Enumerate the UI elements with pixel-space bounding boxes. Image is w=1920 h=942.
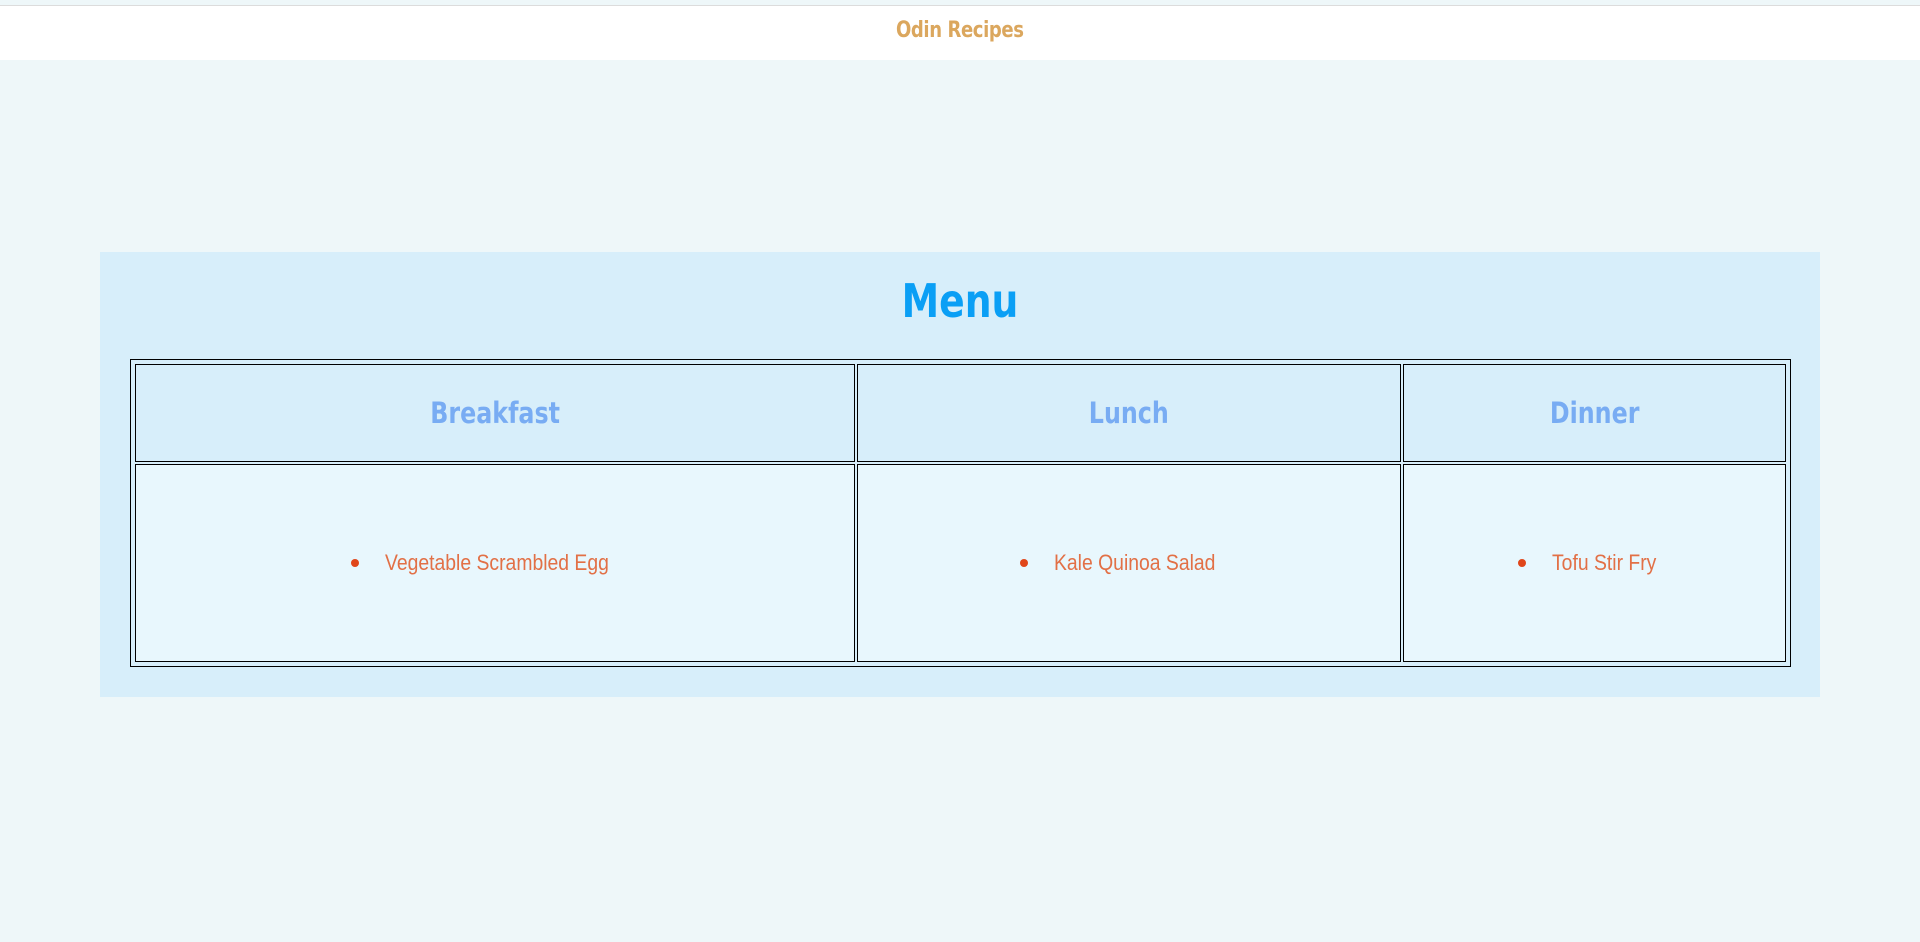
breakfast-list: Vegetable Scrambled Egg (350, 550, 639, 576)
breakfast-cell: Vegetable Scrambled Egg (135, 464, 855, 662)
menu-title: Menu (901, 274, 1019, 328)
breakfast-item-label: Vegetable Scrambled Egg (384, 550, 609, 575)
lunch-heading: Lunch (1088, 396, 1169, 430)
lunch-column-header: Lunch (856, 364, 1401, 462)
dinner-item-label: Tofu Stir Fry (1552, 550, 1657, 575)
menu-panel: Menu Breakfast Lunch Dinner Vegetable Sc… (100, 252, 1820, 697)
breakfast-column-header: Breakfast (135, 364, 855, 462)
lunch-list: Kale Quinoa Salad (1020, 550, 1237, 576)
dinner-list: Tofu Stir Fry (1518, 550, 1671, 576)
breakfast-heading: Breakfast (430, 396, 560, 430)
bullet-icon (1020, 559, 1029, 567)
site-title-link[interactable]: Odin Recipes (896, 18, 1024, 43)
dinner-column-header: Dinner (1402, 364, 1786, 462)
bullet-icon (350, 559, 359, 567)
site-header: Odin Recipes (0, 6, 1920, 60)
dinner-heading: Dinner (1549, 396, 1640, 430)
list-item[interactable]: Tofu Stir Fry (1518, 550, 1671, 576)
list-item[interactable]: Vegetable Scrambled Egg (350, 550, 639, 576)
menu-table: Breakfast Lunch Dinner Vegetable Scrambl… (130, 359, 1791, 667)
lunch-cell: Kale Quinoa Salad (856, 464, 1401, 662)
menu-table-row: Vegetable Scrambled Egg Kale Quinoa Sala… (135, 464, 1786, 662)
lunch-item-label: Kale Quinoa Salad (1054, 550, 1216, 575)
dinner-cell: Tofu Stir Fry (1402, 464, 1786, 662)
bullet-icon (1518, 559, 1527, 567)
list-item[interactable]: Kale Quinoa Salad (1020, 550, 1237, 576)
menu-table-header-row: Breakfast Lunch Dinner (135, 364, 1786, 462)
